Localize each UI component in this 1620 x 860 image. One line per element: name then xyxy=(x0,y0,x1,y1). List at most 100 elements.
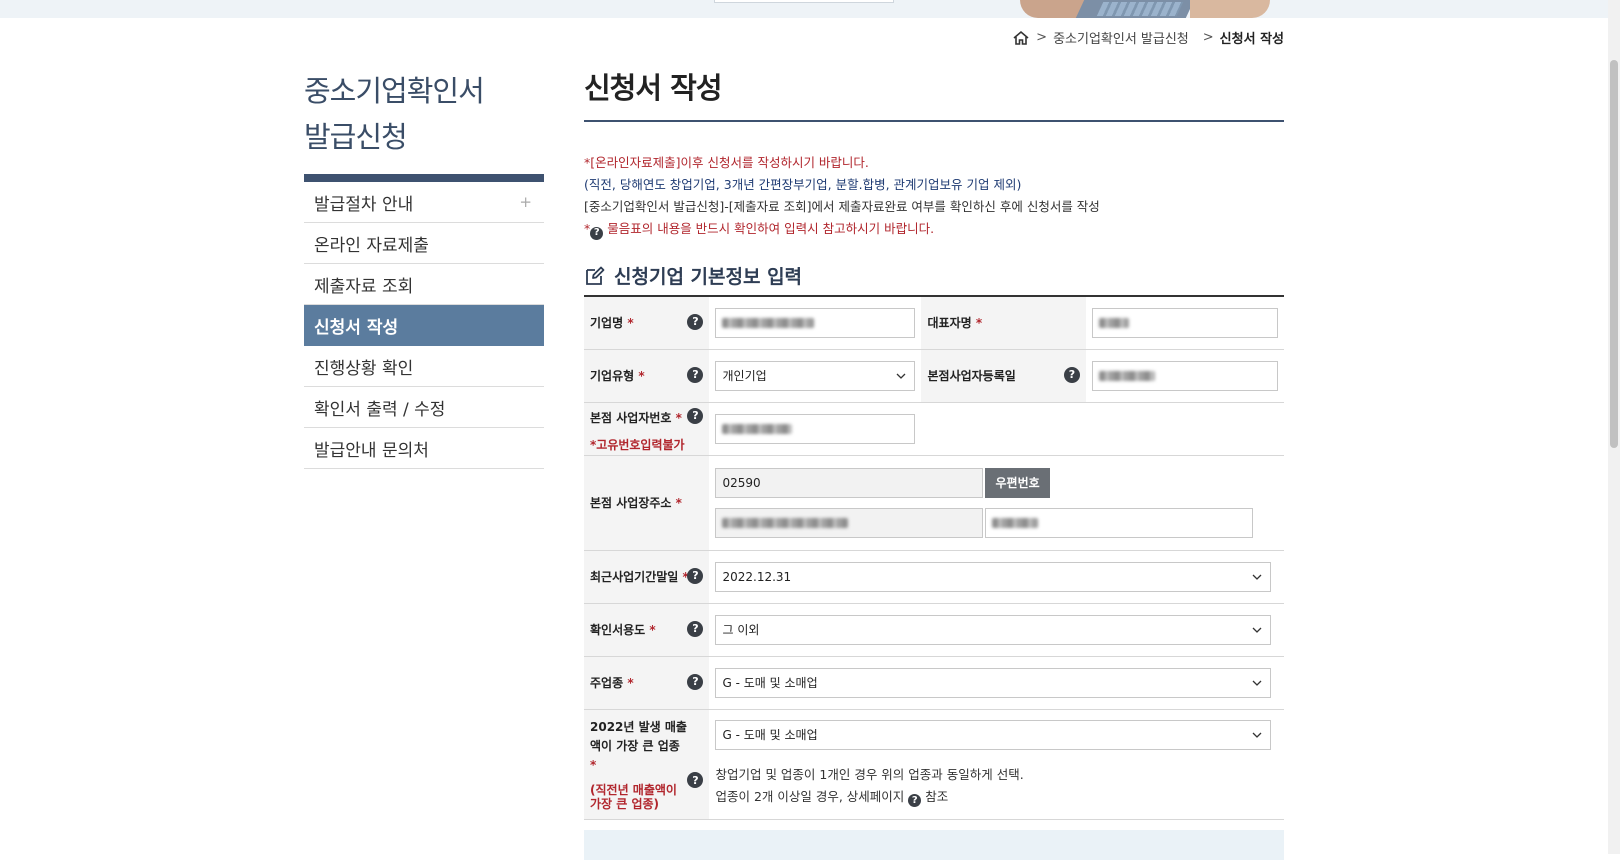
label-text: 최근사업기간말일 xyxy=(590,570,679,584)
select-value: 2022.12.31 xyxy=(722,569,792,584)
help-text: 업종이 2개 이상일 경우, 상세페이지 xyxy=(715,788,905,804)
sidebar-item-label: 발급절차 안내 xyxy=(314,194,414,215)
label-main-industry: 주업종 * ? xyxy=(584,656,710,710)
question-icon[interactable]: ? xyxy=(687,313,704,330)
question-icon[interactable]: ? xyxy=(687,366,704,383)
scrollbar-thumb[interactable] xyxy=(1610,60,1618,448)
sidebar-item-print-edit[interactable]: 확인서 출력 / 수정 xyxy=(304,387,544,428)
registration-date-input[interactable] xyxy=(1092,360,1278,391)
notice-line: *[온라인자료제출]이후 신청서를 작성하시기 바랍니다. xyxy=(584,155,869,170)
label-text: 기업명 xyxy=(590,316,624,331)
label-text: 본점 사업자번호 xyxy=(590,410,672,425)
label-company-name: 기업명 * ? xyxy=(584,297,710,350)
question-icon: ? xyxy=(590,226,604,240)
question-icon[interactable]: ? xyxy=(908,794,922,807)
value-address: 02590 우편번호 xyxy=(709,455,1284,551)
notice-line: [중소기업확인서 발급신청]-[제출자료 조회]에서 제출자료완료 여부를 확인… xyxy=(584,199,1100,214)
help-line: 업종이 2개 이상일 경우, 상세페이지 ? 참조 xyxy=(715,786,1278,808)
breadcrumb-item[interactable]: 중소기업확인서 발급신청 xyxy=(1053,28,1189,47)
notice-line: (직전, 당해연도 창업기업, 3개년 간편장부기업, 분할.합병, 관계기업보… xyxy=(584,177,1022,192)
label-text: 주업종 xyxy=(590,676,624,690)
form-row: 주업종 * ? G - 도매 및 소매업 xyxy=(584,656,1284,710)
top-header-strip xyxy=(0,0,1620,18)
sidebar-item-label: 신청서 작성 xyxy=(314,317,399,338)
required-mark: * xyxy=(975,316,983,331)
question-icon[interactable]: ? xyxy=(687,673,704,690)
question-icon[interactable]: ? xyxy=(687,407,704,424)
company-name-input[interactable] xyxy=(715,307,916,338)
value-company-type: 개인기업 xyxy=(709,349,922,403)
value-company-name xyxy=(709,297,922,350)
sidebar-title-line2: 발급신청 xyxy=(304,120,408,154)
select-value: G - 도매 및 소매업 xyxy=(722,676,818,690)
sidebar-item-contact[interactable]: 발급안내 문의처 xyxy=(304,428,544,469)
select-value: 그 이외 xyxy=(722,623,760,637)
plus-icon[interactable]: + xyxy=(519,193,532,211)
notice-line: *? 물음표의 내용을 반드시 확인하여 입력시 참고하시기 바랍니다. xyxy=(584,218,1284,240)
form-row: 2022년 발생 매출액이 가장 큰 업종 * ? (직전년 매출액이 가장 큰… xyxy=(584,709,1284,820)
top-sales-sub: (직전년 매출액이 가장 큰 업종) xyxy=(590,782,677,811)
chevron-down-icon xyxy=(1253,627,1262,633)
fiscal-end-select[interactable]: 2022.12.31 xyxy=(715,561,1272,592)
sidebar-item-application-write[interactable]: 신청서 작성 xyxy=(304,305,544,346)
sidebar-item-online-submit[interactable]: 온라인 자료제출 xyxy=(304,223,544,264)
main-content: 신청서 작성 *[온라인자료제출]이후 신청서를 작성하시기 바랍니다. (직전… xyxy=(584,68,1284,860)
sidebar-item-procedure[interactable]: 발급절차 안내 + xyxy=(304,182,544,223)
postcode-input[interactable]: 02590 xyxy=(715,467,984,498)
business-number-input[interactable] xyxy=(715,413,916,444)
sidebar-item-progress[interactable]: 진행상황 확인 xyxy=(304,346,544,387)
label-fiscal-end: 최근사업기간말일 * ? xyxy=(584,550,710,604)
label-address: 본점 사업장주소 * xyxy=(584,455,710,551)
notice-block: *[온라인자료제출]이후 신청서를 작성하시기 바랍니다. (직전, 당해연도 … xyxy=(584,152,1284,240)
sidebar-title: 중소기업확인서 발급신청 xyxy=(304,68,544,160)
purpose-select[interactable]: 그 이외 xyxy=(715,614,1272,645)
required-mark: * xyxy=(590,757,597,772)
page-scrollbar[interactable] xyxy=(1608,0,1620,854)
header-search-box[interactable] xyxy=(714,0,894,3)
label-text: 2022년 발생 매출액이 가장 큰 업종 xyxy=(590,719,687,753)
required-mark: * xyxy=(627,316,634,331)
chevron-down-icon xyxy=(1253,732,1262,738)
form-row: 기업유형 * ? 개인기업 본점사업자등록일 ? xyxy=(584,349,1284,403)
company-info-form: 기업명 * ? 대표자명 * 기업유형 * ? 개인기업 본점사업자등록일 ? … xyxy=(584,297,1284,820)
home-icon[interactable] xyxy=(1012,30,1030,46)
breadcrumb-separator: > xyxy=(1036,30,1048,45)
value-purpose: 그 이외 xyxy=(709,603,1284,657)
chevron-down-icon xyxy=(1253,574,1262,580)
label-registration-date: 본점사업자등록일 ? xyxy=(921,349,1086,403)
main-industry-select[interactable]: G - 도매 및 소매업 xyxy=(715,667,1272,698)
value-registration-date xyxy=(1086,349,1284,403)
breadcrumb-separator: > xyxy=(1202,30,1214,45)
sidebar-item-submitted-view[interactable]: 제출자료 조회 xyxy=(304,264,544,305)
value-main-industry: G - 도매 및 소매업 xyxy=(709,656,1284,710)
top-sales-industry-select[interactable]: G - 도매 및 소매업 xyxy=(715,719,1272,750)
question-icon[interactable]: ? xyxy=(687,620,704,637)
label-text: 대표자명 xyxy=(927,316,972,331)
label-ceo-name: 대표자명 * xyxy=(921,297,1086,350)
select-value: G - 도매 및 소매업 xyxy=(722,728,818,742)
company-type-select[interactable]: 개인기업 xyxy=(715,360,916,391)
sidebar-menu: 발급절차 안내 + 온라인 자료제출 제출자료 조회 신청서 작성 진행상황 확… xyxy=(304,182,544,469)
required-mark: * xyxy=(627,676,634,690)
required-mark: * xyxy=(638,369,645,383)
address-detail-input[interactable] xyxy=(985,507,1254,538)
section-title-text: 신청기업 기본정보 입력 xyxy=(614,266,803,288)
form-row: 본점 사업장주소 * 02590 우편번호 xyxy=(584,455,1284,551)
sidebar-item-label: 발급안내 문의처 xyxy=(314,440,429,461)
edit-icon xyxy=(586,266,605,285)
chevron-down-icon xyxy=(1253,680,1262,686)
question-icon[interactable]: ? xyxy=(687,567,704,584)
question-icon[interactable]: ? xyxy=(687,771,704,790)
ceo-name-input[interactable] xyxy=(1092,307,1278,338)
sidebar-title-bar xyxy=(304,174,544,182)
select-value: 개인기업 xyxy=(722,369,767,383)
label-text: 본점사업자등록일 xyxy=(927,369,1016,383)
form-row: 기업명 * ? 대표자명 * xyxy=(584,297,1284,350)
label-text: 본점 사업장주소 xyxy=(590,496,672,510)
required-mark: * xyxy=(675,496,682,510)
chevron-down-icon xyxy=(897,373,906,379)
postcode-button[interactable]: 우편번호 xyxy=(985,467,1050,498)
address-input[interactable] xyxy=(715,507,984,538)
page-title: 신청서 작성 xyxy=(584,68,1284,122)
question-icon[interactable]: ? xyxy=(1064,366,1080,383)
